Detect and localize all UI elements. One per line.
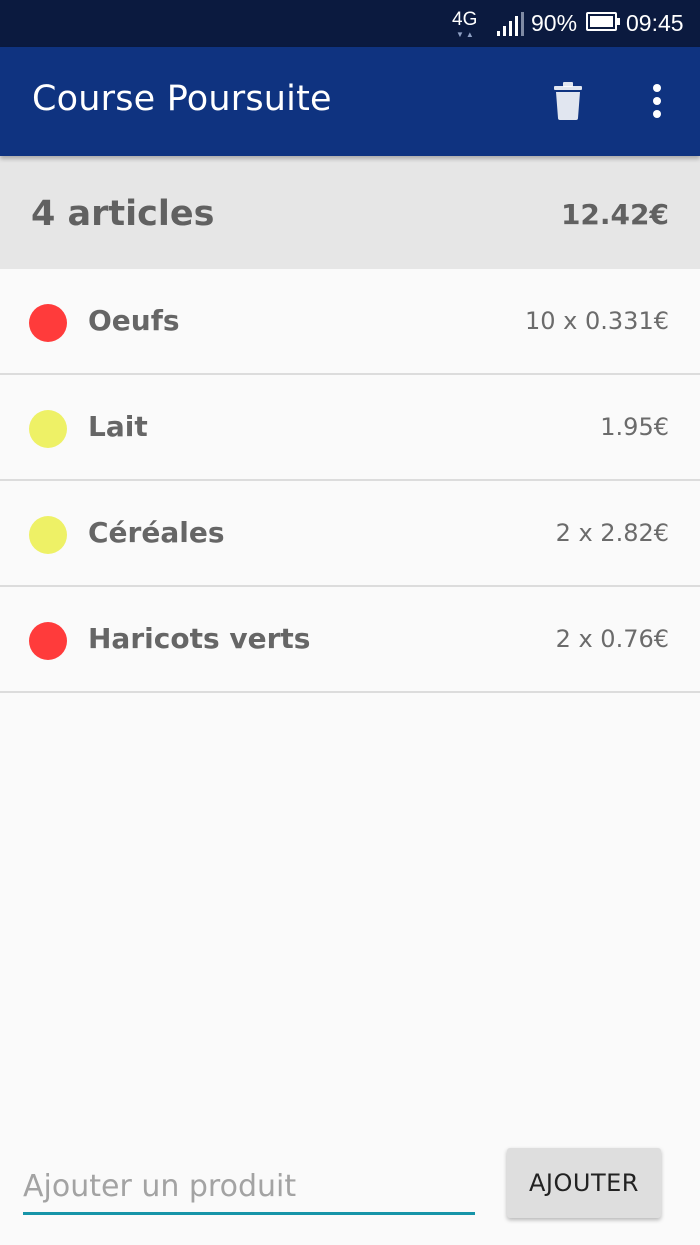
more-vert-icon[interactable] <box>640 83 674 119</box>
trash-icon[interactable] <box>550 81 586 121</box>
status-bar: 4G ▼▲ 90% 09:45 <box>0 0 700 47</box>
add-product-input[interactable] <box>23 1160 475 1215</box>
shopping-list: Oeufs 10 x 0.331€ Lait 1.95€ Céréales 2 … <box>0 269 700 693</box>
status-dot <box>29 304 67 342</box>
list-summary: 4 articles 12.42€ <box>0 156 700 269</box>
app-title: Course Poursuite <box>32 79 332 119</box>
battery-icon <box>586 12 620 31</box>
item-name: Lait <box>88 410 148 443</box>
list-item[interactable]: Oeufs 10 x 0.331€ <box>0 269 700 375</box>
total-price: 12.42€ <box>560 198 669 231</box>
network-type: 4G <box>452 9 478 30</box>
status-dot <box>29 622 67 660</box>
item-count: 4 articles <box>31 194 215 234</box>
list-item[interactable]: Haricots verts 2 x 0.76€ <box>0 587 700 693</box>
list-item[interactable]: Lait 1.95€ <box>0 375 700 481</box>
item-price: 10 x 0.331€ <box>525 307 669 335</box>
item-name: Haricots verts <box>88 622 311 655</box>
item-price: 2 x 2.82€ <box>555 519 669 547</box>
status-dot <box>29 410 67 448</box>
item-name: Céréales <box>88 516 225 549</box>
battery-percent: 90% <box>531 10 578 36</box>
item-price: 1.95€ <box>600 413 669 441</box>
data-activity-icon: ▼▲ <box>456 30 476 39</box>
app-bar: Course Poursuite <box>0 47 700 156</box>
signal-icon <box>497 12 524 36</box>
item-price: 2 x 0.76€ <box>555 625 669 653</box>
item-name: Oeufs <box>88 304 180 337</box>
status-dot <box>29 516 67 554</box>
list-item[interactable]: Céréales 2 x 2.82€ <box>0 481 700 587</box>
clock: 09:45 <box>626 10 684 36</box>
add-button[interactable]: AJOUTER <box>507 1148 661 1218</box>
